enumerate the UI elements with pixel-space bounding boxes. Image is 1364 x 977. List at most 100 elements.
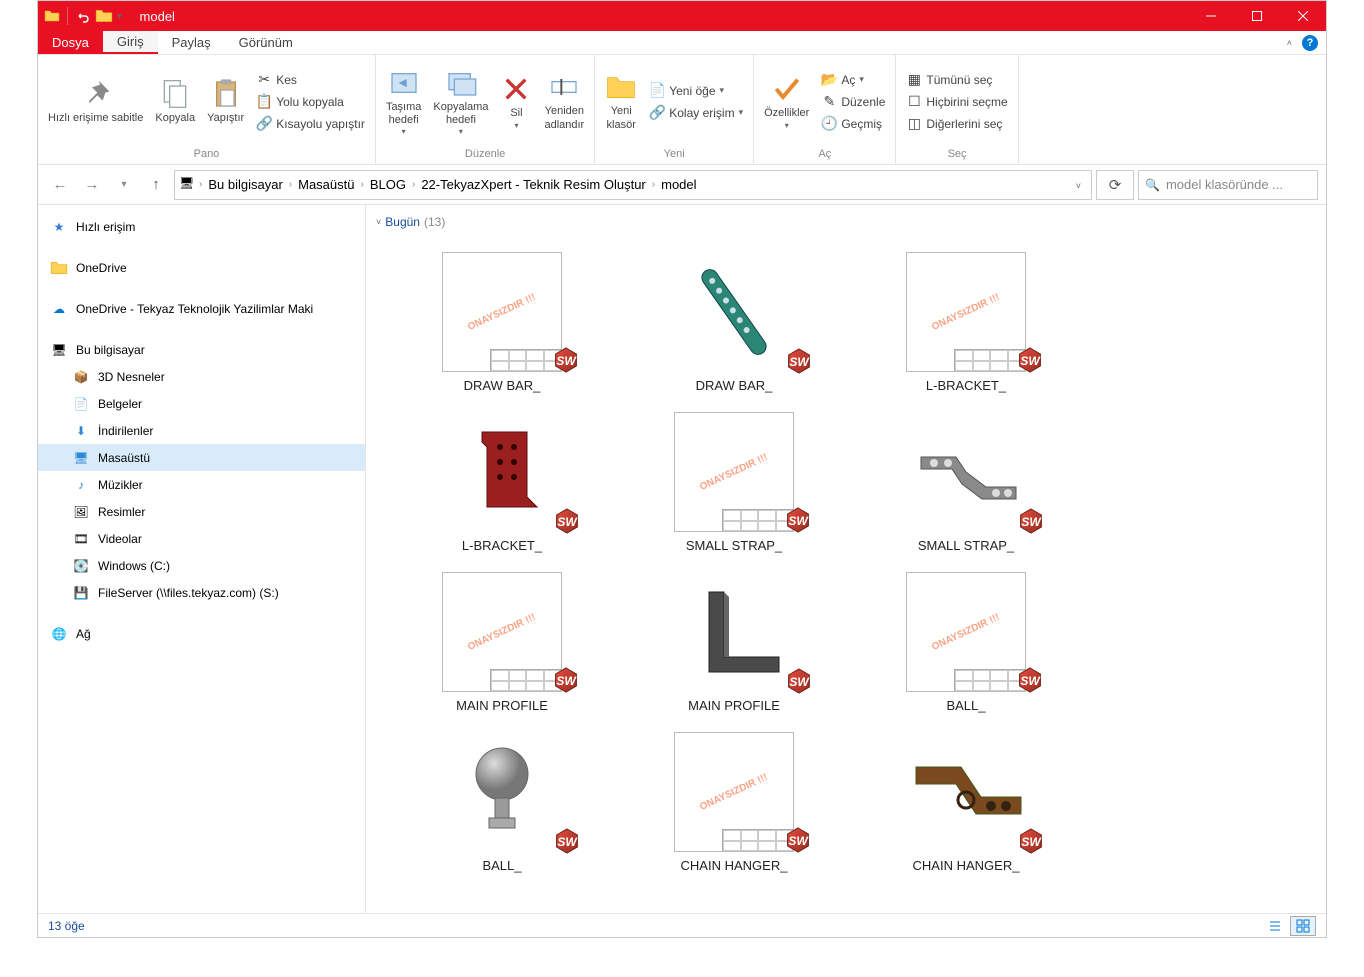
easy-access-button[interactable]: 🔗Kolay erişim ▾: [645, 103, 747, 123]
copy-to-button[interactable]: Kopyalama hedefi▾: [429, 65, 492, 138]
open-button[interactable]: 📂Aç ▾: [817, 70, 889, 90]
nav-videos[interactable]: 🎞Videolar: [38, 525, 365, 552]
tab-file[interactable]: Dosya: [38, 31, 103, 54]
tab-share[interactable]: Paylaş: [158, 31, 225, 54]
qat-dropdown-icon[interactable]: ▾: [117, 11, 122, 22]
paste-button[interactable]: Yapıştır: [203, 76, 248, 127]
select-all-button[interactable]: ▦Tümünü seç: [902, 70, 1011, 90]
nav-music[interactable]: ♪Müzikler: [38, 471, 365, 498]
view-details-button[interactable]: [1262, 916, 1288, 936]
maximize-button[interactable]: [1234, 1, 1280, 31]
rename-button[interactable]: Yeniden adlandır: [540, 69, 588, 133]
nav-up-button[interactable]: ↑: [142, 171, 170, 199]
tab-view[interactable]: Görünüm: [225, 31, 307, 54]
new-item-button[interactable]: 📄Yeni öğe ▾: [645, 81, 747, 101]
paste-shortcut-button[interactable]: 🔗Kısayolu yapıştır: [252, 114, 369, 134]
nav-forward-button[interactable]: →: [78, 171, 106, 199]
check-icon: [771, 73, 803, 105]
file-name: SMALL STRAP_: [918, 538, 1014, 553]
pin-button[interactable]: Hızlı erişime sabitle: [44, 76, 147, 127]
select-none-button[interactable]: ☐Hiçbirini seçme: [902, 92, 1011, 112]
chevron-right-icon[interactable]: ›: [199, 179, 202, 190]
group-header[interactable]: ˅ Bugün (13): [376, 215, 1306, 229]
collapse-ribbon-icon[interactable]: ˄: [1287, 38, 1292, 48]
status-count: 13 öğe: [48, 919, 85, 933]
minimize-button[interactable]: [1188, 1, 1234, 31]
chevron-down-icon[interactable]: ˅: [376, 217, 381, 227]
nav-pane[interactable]: ★Hızlı erişim OneDrive ☁OneDrive - Tekya…: [38, 205, 366, 913]
breadcrumb-item[interactable]: 22-TekyazXpert - Teknik Resim Oluştur: [417, 177, 649, 192]
nav-this-pc[interactable]: 🖥Bu bilgisayar: [38, 336, 365, 363]
breadcrumb-item[interactable]: model: [657, 177, 700, 192]
content-pane[interactable]: ˅ Bugün (13) ONAYSIZDIR !!! SW DRAW BAR_…: [366, 205, 1326, 913]
file-item[interactable]: SW DRAW BAR_: [618, 239, 850, 399]
move-to-button[interactable]: Taşıma hedefi▾: [382, 65, 425, 138]
nav-documents[interactable]: 📄Belgeler: [38, 390, 365, 417]
nav-onedrive[interactable]: OneDrive: [38, 254, 365, 281]
cut-button[interactable]: ✂Kes: [252, 70, 369, 90]
file-item[interactable]: ONAYSIZDIR !!! SW CHAIN HANGER_: [618, 719, 850, 879]
chevron-right-icon[interactable]: ›: [652, 179, 655, 190]
breadcrumb-item[interactable]: BLOG: [366, 177, 410, 192]
pc-icon: 🖥: [179, 176, 197, 194]
file-item[interactable]: ONAYSIZDIR !!! SW L-BRACKET_: [850, 239, 1082, 399]
chevron-right-icon[interactable]: ›: [361, 179, 364, 190]
chevron-right-icon[interactable]: ›: [289, 179, 292, 190]
download-icon: ⬇: [72, 422, 90, 440]
desktop-icon: 🖥: [72, 449, 90, 467]
nav-pictures[interactable]: 🖼Resimler: [38, 498, 365, 525]
chevron-right-icon[interactable]: ›: [412, 179, 415, 190]
nav-recent-dropdown[interactable]: ▾: [110, 171, 138, 199]
nav-desktop[interactable]: 🖥Masaüstü: [38, 444, 365, 471]
undo-icon[interactable]: [75, 8, 91, 24]
nav-3d-objects[interactable]: 📦3D Nesneler: [38, 363, 365, 390]
copy-button[interactable]: Kopyala: [151, 76, 199, 127]
nav-back-button[interactable]: ←: [46, 171, 74, 199]
delete-button[interactable]: Sil▾: [496, 71, 536, 131]
select-all-icon: ▦: [906, 72, 922, 88]
nav-downloads[interactable]: ⬇İndirilenler: [38, 417, 365, 444]
nav-quick-access[interactable]: ★Hızlı erişim: [38, 213, 365, 240]
file-item[interactable]: ONAYSIZDIR !!! SW BALL_: [850, 559, 1082, 719]
breadcrumb[interactable]: 🖥 › Bu bilgisayar › Masaüstü › BLOG › 22…: [174, 170, 1092, 200]
properties-button[interactable]: Özellikler▾: [760, 71, 813, 131]
file-item[interactable]: SW L-BRACKET_: [386, 399, 618, 559]
tab-home[interactable]: Giriş: [103, 31, 158, 54]
file-item[interactable]: ONAYSIZDIR !!! SW SMALL STRAP_: [618, 399, 850, 559]
star-icon: ★: [50, 218, 68, 236]
breadcrumb-dropdown[interactable]: ˅: [1070, 178, 1087, 192]
paste-icon: [210, 78, 242, 110]
nav-onedrive-business[interactable]: ☁OneDrive - Tekyaz Teknolojik Yazilimlar…: [38, 295, 365, 322]
ribbon-group-new: Yeni klasör 📄Yeni öğe ▾ 🔗Kolay erişim ▾ …: [595, 55, 754, 164]
edit-button[interactable]: ✎Düzenle: [817, 92, 889, 112]
new-folder-button[interactable]: Yeni klasör: [601, 69, 641, 133]
file-item[interactable]: ONAYSIZDIR !!! SW DRAW BAR_: [386, 239, 618, 399]
solidworks-badge-icon: SW: [783, 825, 813, 855]
breadcrumb-item[interactable]: Bu bilgisayar: [204, 177, 286, 192]
history-button[interactable]: 🕘Geçmiş: [817, 114, 889, 134]
breadcrumb-item[interactable]: Masaüstü: [294, 177, 358, 192]
file-item[interactable]: SW ASSY CONFIGS_: [386, 879, 618, 913]
svg-text:SW: SW: [789, 675, 810, 689]
search-input[interactable]: 🔍 model klasöründe ...: [1138, 170, 1318, 200]
nav-drive-s[interactable]: 💾FileServer (\\files.tekyaz.com) (S:): [38, 579, 365, 606]
invert-icon: ◫: [906, 116, 922, 132]
help-icon[interactable]: ?: [1302, 35, 1318, 51]
invert-selection-button[interactable]: ◫Diğerlerini seç: [902, 114, 1011, 134]
file-item[interactable]: SW SMALL STRAP_: [850, 399, 1082, 559]
file-item[interactable]: SW CHAIN HANGER_: [850, 719, 1082, 879]
nav-network[interactable]: 🌐Ağ: [38, 620, 365, 647]
file-item[interactable]: ONAYSIZDIR !!! SW MAIN PROFILE: [386, 559, 618, 719]
watermark: ONAYSIZDIR !!!: [930, 291, 1001, 332]
copy-path-button[interactable]: 📋Yolu kopyala: [252, 92, 369, 112]
file-item[interactable]: SW MAIN PROFILE: [618, 559, 850, 719]
nav-drive-c[interactable]: 💽Windows (C:): [38, 552, 365, 579]
music-icon: ♪: [72, 476, 90, 494]
close-button[interactable]: [1280, 1, 1326, 31]
refresh-button[interactable]: ⟳: [1096, 170, 1134, 200]
file-thumbnail: ONAYSIZDIR !!! SW: [674, 412, 794, 532]
view-large-icons-button[interactable]: [1290, 916, 1316, 936]
folder-icon[interactable]: [95, 8, 113, 24]
network-drive-icon: 💾: [72, 584, 90, 602]
file-item[interactable]: SW BALL_: [386, 719, 618, 879]
